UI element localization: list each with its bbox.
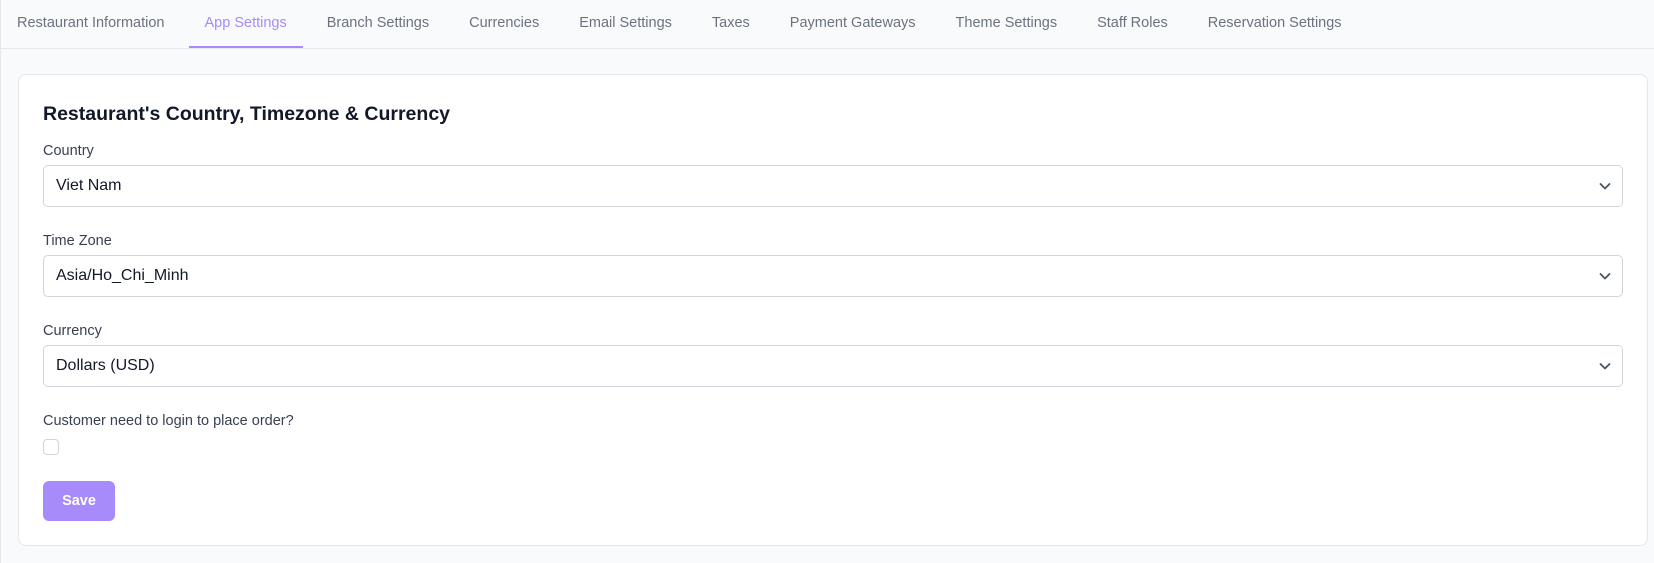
tab-reservation-settings[interactable]: Reservation Settings	[1192, 0, 1358, 48]
chevron-down-icon	[1599, 363, 1611, 370]
currency-label: Currency	[43, 323, 102, 339]
tab-restaurant-information[interactable]: Restaurant Information	[1, 0, 181, 48]
app-settings-page: Restaurant Information App Settings Bran…	[0, 0, 1654, 563]
settings-card: Restaurant's Country, Timezone & Currenc…	[18, 74, 1648, 546]
chevron-down-icon	[1599, 183, 1611, 190]
settings-tabs: Restaurant Information App Settings Bran…	[1, 0, 1654, 49]
login-required-label: Customer need to login to place order?	[43, 413, 294, 429]
currency-value: Dollars (USD)	[56, 357, 155, 374]
currency-select[interactable]: Dollars (USD)	[43, 345, 1623, 387]
tab-taxes[interactable]: Taxes	[696, 0, 766, 48]
country-label: Country	[43, 143, 94, 159]
timezone-select[interactable]: Asia/Ho_Chi_Minh	[43, 255, 1623, 297]
tab-app-settings[interactable]: App Settings	[188, 0, 303, 48]
tab-payment-gateways[interactable]: Payment Gateways	[774, 0, 932, 48]
save-button[interactable]: Save	[43, 481, 115, 521]
timezone-value: Asia/Ho_Chi_Minh	[56, 267, 189, 284]
tab-email-settings[interactable]: Email Settings	[563, 0, 688, 48]
tab-branch-settings[interactable]: Branch Settings	[311, 0, 445, 48]
card-title: Restaurant's Country, Timezone & Currenc…	[43, 103, 451, 125]
chevron-down-icon	[1599, 273, 1611, 280]
tab-staff-roles[interactable]: Staff Roles	[1081, 0, 1184, 48]
login-required-checkbox[interactable]	[43, 439, 59, 455]
country-select[interactable]: Viet Nam	[43, 165, 1623, 207]
tab-theme-settings[interactable]: Theme Settings	[940, 0, 1074, 48]
tab-currencies[interactable]: Currencies	[453, 0, 555, 48]
timezone-label: Time Zone	[43, 233, 112, 249]
country-value: Viet Nam	[56, 177, 122, 194]
